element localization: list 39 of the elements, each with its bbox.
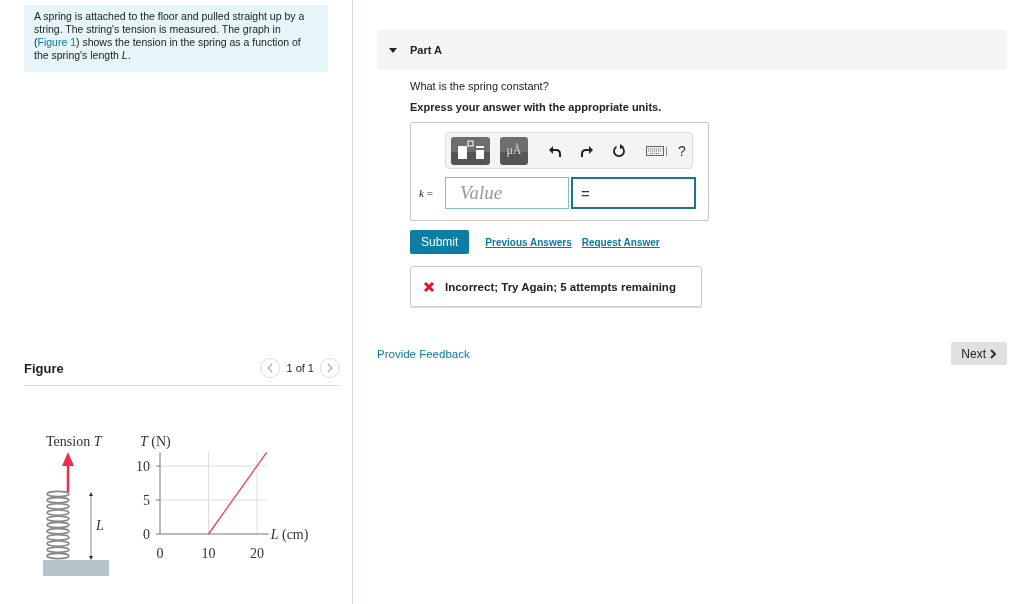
keyboard-icon[interactable] — [646, 144, 668, 157]
axis-label: L (cm) — [270, 527, 309, 542]
variable-label: k = — [419, 187, 434, 199]
next-button[interactable]: Next — [951, 342, 1007, 365]
units-field[interactable]: = — [571, 177, 696, 209]
tension-label: Tension T — [46, 434, 102, 449]
instruction-text: Express your answer with the appropriate units. — [410, 101, 663, 113]
part-title: Part A — [410, 44, 442, 56]
question-text: What is the spring constant? — [410, 80, 550, 92]
tick-label: 5 — [143, 493, 150, 508]
caret-icon[interactable] — [389, 46, 397, 54]
tick-label: 20 — [250, 546, 264, 561]
axis-label: T (N) — [140, 434, 171, 449]
reset-icon[interactable] — [612, 143, 626, 158]
tension-arrow — [62, 452, 74, 492]
problem-text: A spring is attached to the floor and pulled straight up by a string. The string's tension is measured. The graph in (Figure 1) shows the tension in the spring as a function of the spring's length L. — [24, 5, 328, 72]
tick-label: 0 — [156, 546, 164, 561]
answer-link[interactable]: Previous Answers — [485, 236, 572, 248]
templates-button[interactable] — [451, 136, 490, 165]
feedback-message: Incorrect; Try Again; 5 attempts remaining — [445, 280, 676, 293]
spring-drawing — [46, 490, 70, 560]
answer-link[interactable]: Request Answer — [581, 236, 660, 248]
floor-drawing — [43, 560, 109, 576]
units-button[interactable]: μÅ — [500, 136, 528, 165]
page-counter: 1 of 1 — [286, 362, 314, 374]
redo-icon[interactable] — [580, 143, 594, 158]
chevron-left-icon — [267, 363, 274, 373]
chevron-right-icon — [327, 363, 333, 373]
tick-label: 10 — [201, 546, 216, 561]
submit-button[interactable]: Submit — [410, 230, 470, 254]
chevron-right-icon — [990, 348, 997, 359]
figure-title: Figure — [24, 360, 64, 376]
length-arrow — [89, 492, 93, 560]
value-field[interactable]: Value — [445, 177, 569, 209]
length-label: L — [96, 518, 104, 533]
help-button[interactable]: ? — [678, 142, 686, 159]
tick-label: 0 — [143, 527, 150, 542]
tick-label: 10 — [136, 459, 150, 474]
provide-feedback-link[interactable]: Provide Feedback — [377, 347, 470, 360]
